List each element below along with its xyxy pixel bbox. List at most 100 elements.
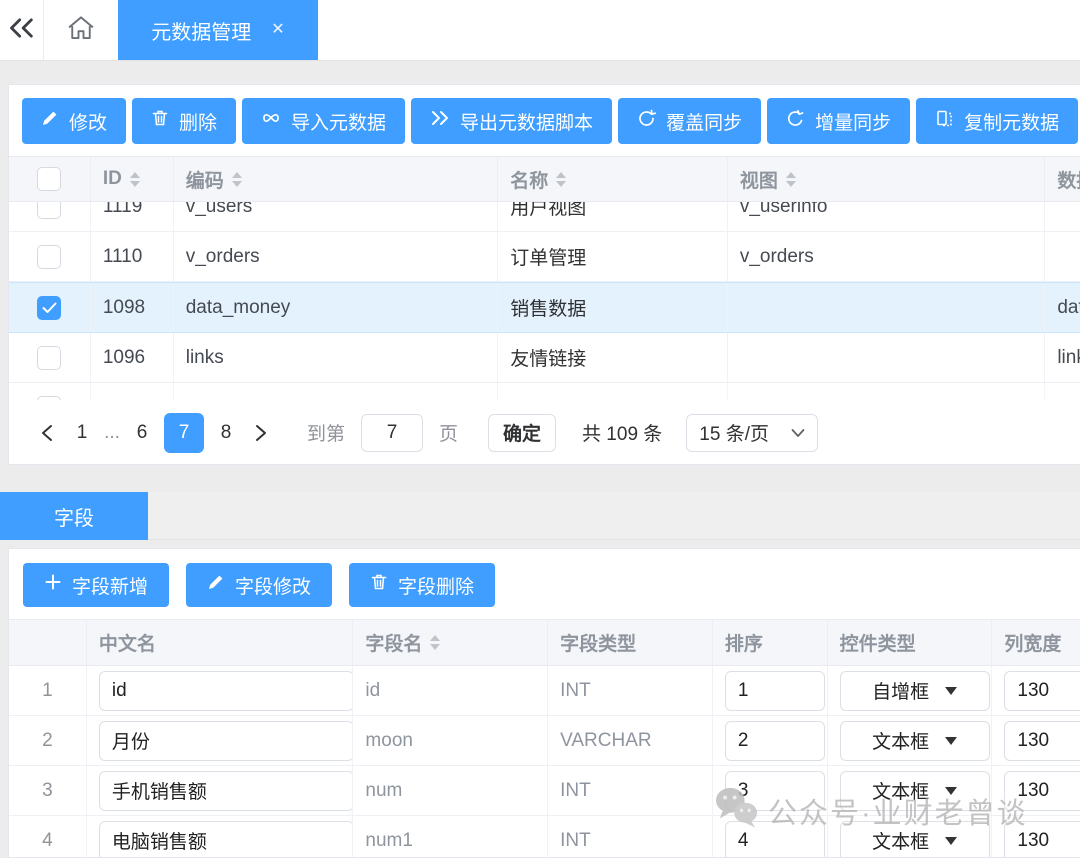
sort-input[interactable]: [725, 771, 825, 811]
widget-type-select[interactable]: 文本框: [840, 821, 990, 858]
column-header-code[interactable]: 编码: [174, 157, 498, 201]
table-row[interactable]: 1096 links 友情链接 links: [9, 333, 1080, 383]
sort-icon[interactable]: [786, 172, 796, 187]
metadata-table-header: ID 编码 名称 视图 数据源: [9, 156, 1080, 202]
row-checkbox-checked[interactable]: [37, 296, 61, 320]
col-width-input[interactable]: [1004, 771, 1080, 811]
sort-icon[interactable]: [232, 172, 242, 187]
select-all-checkbox[interactable]: [37, 167, 61, 191]
metadata-table: ID 编码 名称 视图 数据源 1119: [9, 156, 1080, 400]
incremental-sync-button[interactable]: 增量同步: [767, 98, 910, 144]
column-header-sort: 排序: [713, 620, 828, 665]
copy-metadata-button[interactable]: 复制元数据: [916, 98, 1078, 144]
col-width-input[interactable]: [1004, 821, 1080, 858]
chevron-down-icon: [791, 422, 805, 444]
fields-toolbar: 字段新增 字段修改 字段删除: [9, 549, 1080, 607]
row-checkbox[interactable]: [37, 245, 61, 269]
trash-icon: [151, 109, 169, 133]
top-bar: 元数据管理 ✕: [0, 0, 1080, 61]
col-width-input[interactable]: [1004, 671, 1080, 711]
tab-label: 元数据管理: [151, 16, 251, 45]
sort-icon[interactable]: [430, 635, 440, 650]
pencil-icon: [207, 573, 225, 597]
widget-type-select[interactable]: 文本框: [840, 721, 990, 761]
column-header-id[interactable]: ID: [91, 157, 174, 201]
copy-icon: [935, 109, 954, 134]
plus-icon: [44, 573, 62, 597]
table-row-selected[interactable]: 1098 data_money 销售数据 data_money: [9, 282, 1080, 333]
home-icon: [66, 14, 96, 47]
metadata-table-body: 1119 v_users 用户视图 v_userinfo 1110 v_orde…: [9, 202, 1080, 400]
widget-type-select[interactable]: 文本框: [840, 771, 990, 811]
fields-table: 中文名 字段名 字段类型 排序 控件类型 列宽度 1 id INT 自增框 2 …: [9, 619, 1080, 858]
confirm-page-button[interactable]: 确定: [488, 414, 556, 452]
page-size-select[interactable]: 15 条/页: [686, 414, 818, 452]
close-tab-icon[interactable]: ✕: [271, 22, 284, 38]
dropdown-arrow-icon: [945, 687, 957, 695]
refresh-icon: [637, 109, 656, 134]
delete-button[interactable]: 删除: [132, 98, 236, 144]
metadata-panel: 修改 删除 导入元数据 导出元数据脚本 覆盖同步 增量同步 复制元数据: [8, 84, 1080, 465]
field-row[interactable]: 3 num INT 文本框: [9, 766, 1080, 816]
widget-type-select[interactable]: 自增框: [840, 671, 990, 711]
column-header-cn-name: 中文名: [87, 620, 354, 665]
add-field-button[interactable]: 字段新增: [23, 563, 169, 607]
link-infinity-icon: [261, 109, 281, 133]
sort-icon[interactable]: [130, 172, 140, 187]
column-header-datasource[interactable]: 数据源: [1045, 157, 1080, 201]
double-chevron-right-icon: [430, 109, 450, 133]
metadata-toolbar: 修改 删除 导入元数据 导出元数据脚本 覆盖同步 增量同步 复制元数据: [9, 85, 1080, 144]
sort-input[interactable]: [725, 821, 825, 858]
sort-input[interactable]: [725, 671, 825, 711]
pencil-icon: [41, 109, 59, 133]
double-chevron-left-icon: [8, 16, 36, 45]
dropdown-arrow-icon: [945, 837, 957, 845]
column-header-view[interactable]: 视图: [728, 157, 1045, 201]
home-button[interactable]: [44, 0, 118, 60]
column-header-col-width: 列宽度: [992, 620, 1080, 665]
pagination-bar: 1 ... 6 7 8 到第 页 确定 共 109 条 15 条/页: [9, 400, 1080, 465]
table-row[interactable]: 1119 v_users 用户视图 v_userinfo: [9, 202, 1080, 232]
prev-page-button[interactable]: [29, 413, 65, 453]
page-number-active[interactable]: 7: [164, 413, 204, 453]
goto-page-input[interactable]: [361, 414, 423, 452]
edit-button[interactable]: 修改: [22, 98, 126, 144]
tab-fields[interactable]: 字段: [0, 492, 148, 540]
fields-tab-bar: 字段: [0, 492, 1080, 540]
field-row[interactable]: 4 num1 INT 文本框: [9, 816, 1080, 858]
column-header-field-name[interactable]: 字段名: [353, 620, 548, 665]
dropdown-arrow-icon: [945, 737, 957, 745]
col-width-input[interactable]: [1004, 721, 1080, 761]
page-number[interactable]: 6: [127, 422, 157, 444]
sort-input[interactable]: [725, 721, 825, 761]
overwrite-sync-button[interactable]: 覆盖同步: [618, 98, 761, 144]
row-checkbox[interactable]: [37, 346, 61, 370]
tab-metadata-management[interactable]: 元数据管理 ✕: [118, 0, 318, 60]
table-row-partial[interactable]: [9, 383, 1080, 400]
trash-icon: [370, 573, 388, 597]
cn-name-input[interactable]: [99, 721, 354, 761]
fields-panel: 字段新增 字段修改 字段删除 中文名 字段名 字段类型 排序 控件类型 列宽度 …: [8, 548, 1080, 858]
next-page-button[interactable]: [243, 413, 279, 453]
export-metadata-button[interactable]: 导出元数据脚本: [411, 98, 612, 144]
field-row[interactable]: 2 moon VARCHAR 文本框: [9, 716, 1080, 766]
column-header-widget-type: 控件类型: [828, 620, 993, 665]
page-ellipsis[interactable]: ...: [99, 422, 125, 444]
row-checkbox[interactable]: [37, 396, 61, 401]
fields-table-header: 中文名 字段名 字段类型 排序 控件类型 列宽度: [9, 619, 1080, 666]
cn-name-input[interactable]: [99, 671, 354, 711]
page-number[interactable]: 1: [67, 422, 97, 444]
row-checkbox[interactable]: [37, 202, 61, 219]
page-unit-label: 页: [439, 419, 458, 446]
edit-field-button[interactable]: 字段修改: [186, 563, 332, 607]
cn-name-input[interactable]: [99, 771, 354, 811]
page-number[interactable]: 8: [211, 422, 241, 444]
delete-field-button[interactable]: 字段删除: [349, 563, 495, 607]
import-metadata-button[interactable]: 导入元数据: [242, 98, 405, 144]
cn-name-input[interactable]: [99, 821, 354, 858]
sort-icon[interactable]: [556, 172, 566, 187]
column-header-name[interactable]: 名称: [498, 157, 728, 201]
table-row[interactable]: 1110 v_orders 订单管理 v_orders: [9, 232, 1080, 282]
field-row[interactable]: 1 id INT 自增框: [9, 666, 1080, 716]
collapse-sidebar-button[interactable]: [0, 0, 44, 60]
